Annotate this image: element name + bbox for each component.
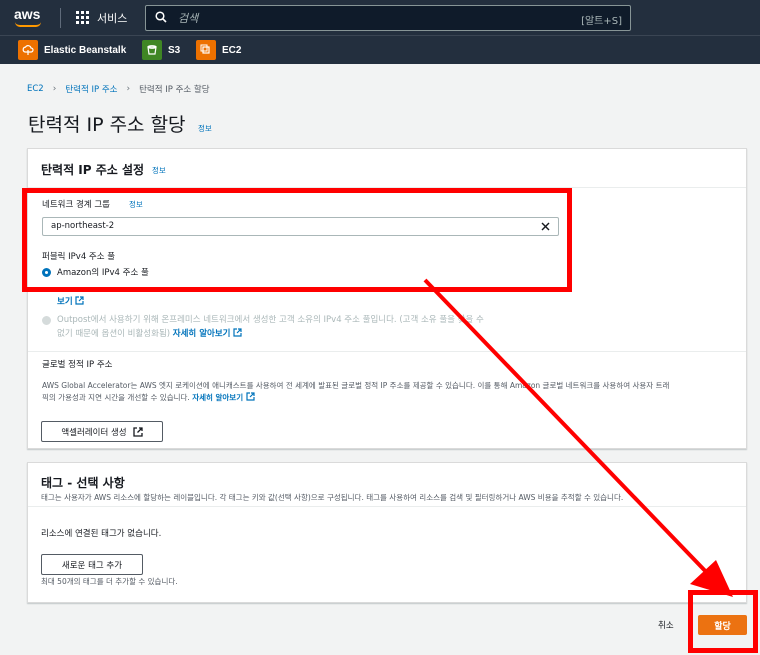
breadcrumb-elastic-ip-link[interactable]: 탄력적 IP 주소: [65, 83, 117, 95]
panel-info-link[interactable]: 정보: [152, 165, 166, 176]
top-navigation: aws 서비스 [알트+S]: [0, 0, 760, 35]
tags-panel-description: 태그는 사용자가 AWS 리소스에 할당하는 레이블입니다. 각 태그는 키와 …: [41, 493, 624, 502]
external-link-icon: [132, 426, 143, 437]
favorite-label: EC2: [222, 44, 242, 56]
external-link-icon: [75, 296, 84, 305]
breadcrumb: EC2 › 탄력적 IP 주소 › 탄력적 IP 주소 할당: [27, 83, 210, 95]
outpost-pool-description: Outpost에서 사용하기 위해 온프레미스 네트워크에서 생성한 고객 소유…: [57, 315, 484, 325]
create-accelerator-button-label: 액셀러레이터 생성: [61, 427, 127, 438]
annotation-highlight-box: [688, 590, 758, 653]
chevron-right-icon: ›: [126, 84, 131, 94]
outpost-learn-more-link[interactable]: 자세히 알아보기: [173, 329, 231, 339]
search-box[interactable]: [알트+S]: [145, 5, 631, 31]
external-link-icon: [233, 328, 242, 337]
panel-header: 탄력적 IP 주소 설정 정보: [28, 149, 746, 188]
favorite-s3[interactable]: S3: [142, 40, 180, 60]
add-tag-button[interactable]: 새로운 태그 추가: [41, 554, 143, 575]
ec2-icon: [196, 40, 216, 60]
create-accelerator-button[interactable]: 액셀러레이터 생성: [41, 421, 163, 442]
elastic-beanstalk-icon: [18, 40, 38, 60]
tag-limit-text: 최대 50개의 태그를 더 추가할 수 있습니다.: [41, 577, 178, 586]
annotation-highlight-box: [22, 188, 572, 292]
global-accelerator-description: AWS Global Accelerator는 AWS 엣지 로케이션에 애니캐…: [42, 380, 742, 404]
aws-logo[interactable]: aws: [14, 6, 40, 22]
outpost-pool-description-text: 없기 때문에 옵션이 비활성화됨): [57, 329, 171, 339]
byoip-view-link[interactable]: 보기: [57, 297, 73, 307]
services-menu-label[interactable]: 서비스: [97, 10, 127, 26]
outpost-pool-description-line2: 없기 때문에 옵션이 비활성화됨) 자세히 알아보기: [57, 327, 242, 339]
byoip-option-link[interactable]: 보기: [57, 295, 84, 307]
panel-title: 탄력적 IP 주소 설정: [41, 163, 145, 177]
breadcrumb-ec2-link[interactable]: EC2: [27, 84, 44, 94]
favorite-label: S3: [168, 44, 181, 56]
global-accelerator-description-line2: 픽의 가용성과 지연 시간을 개선할 수 있습니다.: [42, 393, 190, 402]
page-title: 탄력적 IP 주소 할당: [28, 114, 186, 136]
tags-panel: 태그 - 선택 사항 태그는 사용자가 AWS 리소스에 할당하는 레이블입니다…: [27, 462, 747, 603]
search-shortcut: [알트+S]: [581, 16, 622, 27]
search-input[interactable]: [178, 9, 558, 27]
chevron-right-icon: ›: [52, 84, 57, 94]
page-info-link[interactable]: 정보: [198, 123, 212, 134]
favorite-elastic-beanstalk[interactable]: Elastic Beanstalk: [18, 40, 126, 60]
breadcrumb-current: 탄력적 IP 주소 할당: [139, 85, 210, 95]
no-tags-message: 리소스에 연결된 태그가 없습니다.: [41, 529, 162, 539]
global-accelerator-description-line1: AWS Global Accelerator는 AWS 엣지 로케이션에 애니캐…: [42, 381, 670, 390]
aws-logo-smile: [15, 22, 41, 27]
section-divider: [28, 351, 746, 352]
global-accelerator-learn-more-link[interactable]: 자세히 알아보기: [192, 393, 243, 402]
services-grid-icon[interactable]: [76, 11, 89, 24]
s3-bucket-icon: [142, 40, 162, 60]
global-static-ip-label: 글로벌 정적 IP 주소: [42, 360, 113, 370]
external-link-icon: [245, 392, 255, 401]
tags-panel-title-text: 태그 - 선택 사항: [41, 476, 125, 490]
panel-header: 태그 - 선택 사항 태그는 사용자가 AWS 리소스에 할당하는 레이블입니다…: [28, 463, 746, 507]
search-icon: [155, 11, 167, 23]
nav-divider: [60, 8, 61, 28]
favorite-ec2[interactable]: EC2: [196, 40, 241, 60]
radio-outpost-pool: [42, 316, 51, 325]
global-accelerator-description-line2-wrapper: 픽의 가용성과 지연 시간을 개선할 수 있습니다. 자세히 알아보기: [42, 392, 742, 404]
cancel-button[interactable]: 취소: [658, 619, 674, 631]
favorites-bar: Elastic Beanstalk S3 EC2: [0, 35, 760, 64]
tags-panel-title: 태그 - 선택 사항: [41, 474, 125, 491]
favorite-label: Elastic Beanstalk: [44, 44, 127, 56]
